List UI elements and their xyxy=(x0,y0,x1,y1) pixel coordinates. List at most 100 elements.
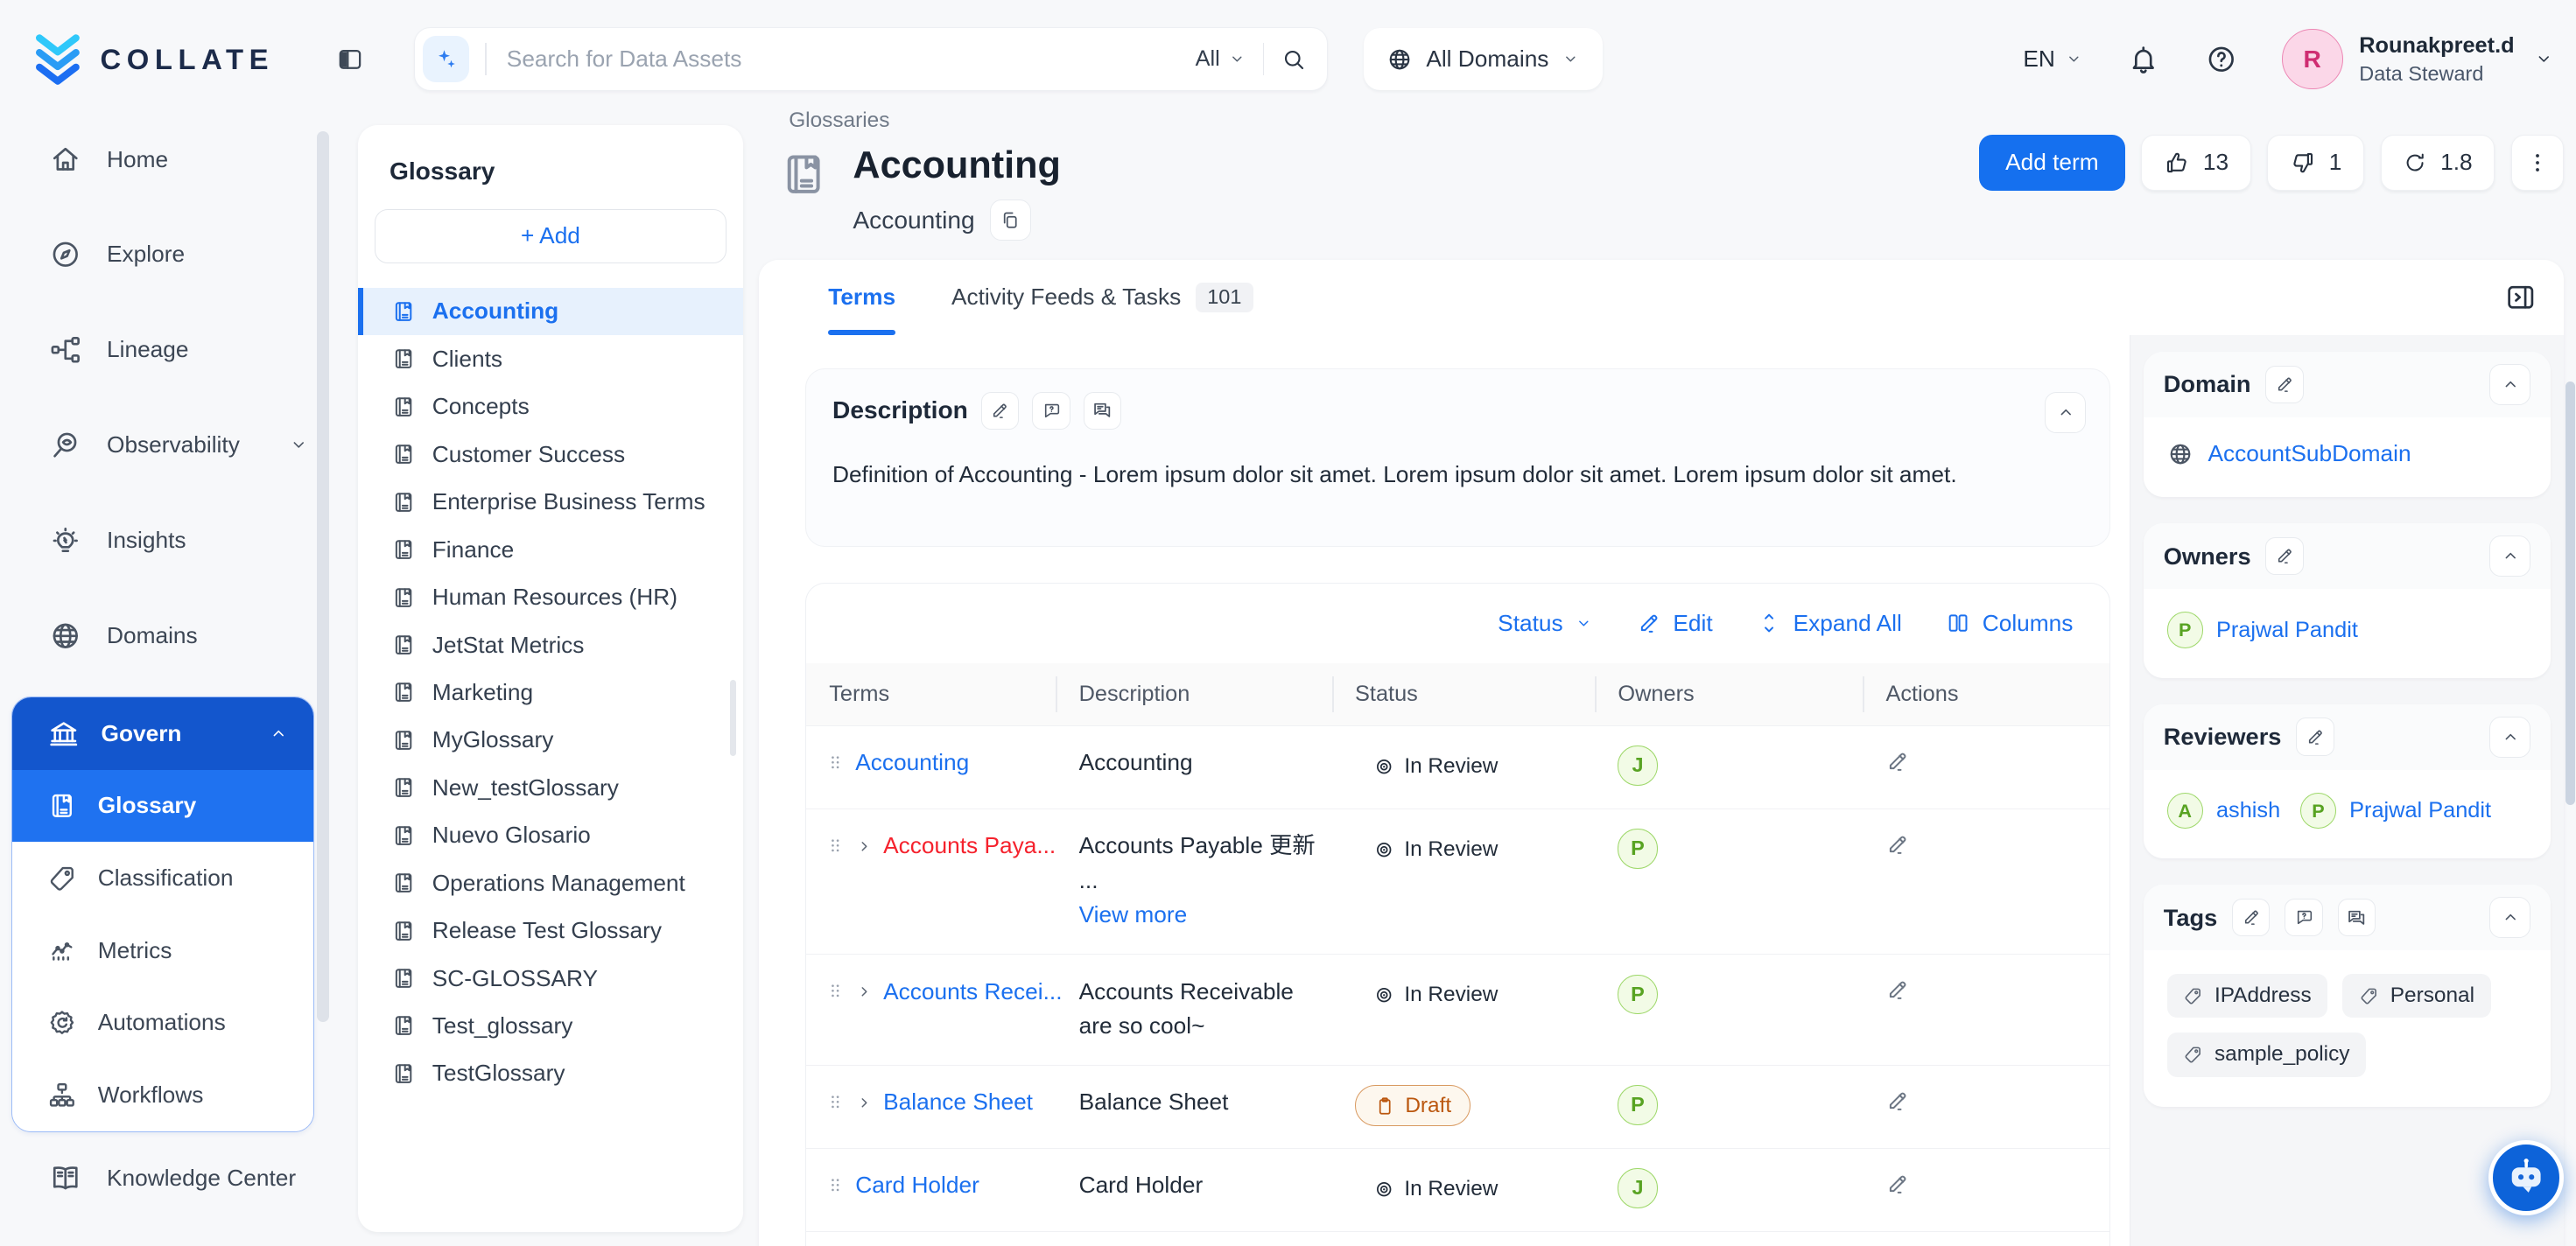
tab-terms[interactable]: Terms xyxy=(828,260,895,335)
person-link[interactable]: PPrajwal Pandit xyxy=(2167,612,2358,648)
tag-chip-ipaddress[interactable]: IPAddress xyxy=(2167,974,2328,1018)
term-link[interactable]: Balance Sheet xyxy=(883,1085,1033,1119)
breadcrumb[interactable]: Glossaries xyxy=(789,108,889,133)
owner-avatar[interactable]: P xyxy=(1618,975,1657,1014)
add-glossary-button[interactable]: + Add xyxy=(375,209,726,263)
comment-button[interactable] xyxy=(1032,392,1070,430)
language-selector[interactable]: EN xyxy=(2023,46,2082,73)
copy-name-button[interactable] xyxy=(990,200,1031,241)
glossary-item-accounting[interactable]: Accounting xyxy=(358,288,742,335)
expand-all-button[interactable]: Expand All xyxy=(1757,610,1901,637)
glossary-item-test-glossary[interactable]: Test_glossary xyxy=(358,1002,742,1049)
search-icon[interactable] xyxy=(1281,46,1307,73)
upvote-button[interactable]: 13 xyxy=(2141,135,2250,191)
sidebar-item-home[interactable]: Home xyxy=(0,131,345,187)
sidebar-item-lineage[interactable]: Lineage xyxy=(0,322,345,378)
glossary-item-customer-success[interactable]: Customer Success xyxy=(358,430,742,478)
sidebar-scrollbar[interactable] xyxy=(317,131,328,1022)
status-filter-button[interactable]: Status xyxy=(1498,610,1592,637)
tag-chip-sample-policy[interactable]: sample_policy xyxy=(2167,1032,2367,1077)
edit-term-icon[interactable] xyxy=(1885,1088,1910,1113)
sidebar-item-knowledge-center[interactable]: Knowledge Center xyxy=(0,1150,345,1206)
glossary-item-myglossary[interactable]: MyGlossary xyxy=(358,717,742,764)
tag-chip-personal[interactable]: Personal xyxy=(2342,974,2490,1018)
page-scrollbar[interactable] xyxy=(2565,382,2575,805)
sidebar-item-domains[interactable]: Domains xyxy=(0,608,345,664)
collapse-reviewers-button[interactable] xyxy=(2489,717,2530,758)
owner-avatar[interactable]: J xyxy=(1618,1168,1657,1208)
glossary-item-jetstat-metrics[interactable]: JetStat Metrics xyxy=(358,621,742,668)
glossary-item-human-resources-hr[interactable]: Human Resources (HR) xyxy=(358,573,742,620)
term-link[interactable]: Accounts Recei... xyxy=(883,975,1062,1009)
edit-term-icon[interactable] xyxy=(1885,749,1910,774)
global-search-bar[interactable]: All xyxy=(414,27,1328,91)
glossary-item-enterprise-business-terms[interactable]: Enterprise Business Terms xyxy=(358,479,742,526)
sidebar-item-glossary[interactable]: Glossary xyxy=(12,770,313,843)
person-avatar: A xyxy=(2167,793,2203,829)
help-icon[interactable] xyxy=(2205,43,2238,76)
sidebar-item-explore[interactable]: Explore xyxy=(0,227,345,283)
tags-conversations-button[interactable] xyxy=(2338,899,2376,936)
user-menu[interactable]: R Rounakpreet.d Data Steward xyxy=(2282,29,2554,90)
tab-activity-feeds[interactable]: Activity Feeds & Tasks 101 xyxy=(951,260,1253,335)
columns-button[interactable]: Columns xyxy=(1946,610,2073,637)
term-link[interactable]: Accounts Paya... xyxy=(883,829,1056,863)
edit-domain-button[interactable] xyxy=(2265,366,2303,403)
edit-description-button[interactable] xyxy=(981,392,1019,430)
conversations-button[interactable] xyxy=(1084,392,1121,430)
glossary-item-concepts[interactable]: Concepts xyxy=(358,383,742,430)
collapse-tags-button[interactable] xyxy=(2489,897,2530,938)
edit-term-icon[interactable] xyxy=(1885,832,1910,857)
collapse-description-button[interactable] xyxy=(2045,392,2086,433)
search-input[interactable] xyxy=(503,44,1196,74)
edit-term-icon[interactable] xyxy=(1885,1172,1910,1196)
chatbot-button[interactable] xyxy=(2488,1140,2564,1215)
sidebar-item-insights[interactable]: Insights xyxy=(0,513,345,569)
collapse-right-panel-icon[interactable] xyxy=(2504,281,2537,314)
add-term-button[interactable]: Add term xyxy=(1979,135,2125,191)
glossary-item-sc-glossary[interactable]: SC-GLOSSARY xyxy=(358,955,742,1002)
person-link[interactable]: Aashish xyxy=(2167,793,2281,829)
term-link[interactable]: Card Holder xyxy=(855,1168,979,1202)
sidebar-item-govern[interactable]: Govern xyxy=(12,697,313,770)
owner-avatar[interactable]: P xyxy=(1618,829,1657,868)
glossary-item-finance[interactable]: Finance xyxy=(358,526,742,573)
glossary-item-nuevo-glosario[interactable]: Nuevo Glosario xyxy=(358,812,742,859)
glossary-item-operations-management[interactable]: Operations Management xyxy=(358,859,742,906)
owner-avatar[interactable]: P xyxy=(1618,1085,1657,1124)
ai-search-button[interactable] xyxy=(423,36,469,82)
domain-link[interactable]: AccountSubDomain xyxy=(2167,440,2528,467)
notifications-bell-icon[interactable] xyxy=(2127,43,2160,76)
owner-avatar[interactable]: J xyxy=(1618,746,1657,785)
version-button[interactable]: 1.8 xyxy=(2381,135,2495,191)
sidebar-toggle-button[interactable] xyxy=(336,46,364,74)
term-link[interactable]: Accounting xyxy=(855,746,969,780)
glossary-item-release-test-glossary[interactable]: Release Test Glossary xyxy=(358,906,742,954)
more-options-button[interactable] xyxy=(2511,135,2564,191)
sidebar-item-automations[interactable]: Automations xyxy=(12,986,313,1059)
collapse-owners-button[interactable] xyxy=(2489,536,2530,577)
edit-owners-button[interactable] xyxy=(2265,537,2303,575)
edit-term-icon[interactable] xyxy=(1885,977,1910,1002)
glossary-item-clients[interactable]: Clients xyxy=(358,335,742,382)
downvote-button[interactable]: 1 xyxy=(2267,135,2363,191)
glossary-item-new-testglossary[interactable]: New_testGlossary xyxy=(358,764,742,811)
edit-reviewers-button[interactable] xyxy=(2296,718,2334,755)
glossary-scrollbar[interactable] xyxy=(730,680,737,755)
edit-tags-button[interactable] xyxy=(2232,899,2270,936)
domain-selector[interactable]: All Domains xyxy=(1364,28,1603,90)
collapse-domain-button[interactable] xyxy=(2489,364,2530,405)
drag-handle-icon xyxy=(825,1175,846,1195)
edit-button[interactable]: Edit xyxy=(1637,610,1713,637)
search-scope-dropdown[interactable]: All xyxy=(1196,46,1246,72)
sidebar-item-classification[interactable]: Classification xyxy=(12,842,313,914)
sidebar-item-workflows[interactable]: Workflows xyxy=(12,1059,313,1131)
glossary-item-marketing[interactable]: Marketing xyxy=(358,668,742,716)
sidebar-item-metrics[interactable]: Metrics xyxy=(12,914,313,987)
tags-comment-button[interactable] xyxy=(2285,899,2322,936)
glossary-item-testglossary[interactable]: TestGlossary xyxy=(358,1050,742,1097)
collate-logo[interactable]: COLLATE xyxy=(30,32,274,88)
sidebar-item-observability[interactable]: Observability xyxy=(0,417,345,473)
person-link[interactable]: PPrajwal Pandit xyxy=(2300,793,2491,829)
view-more-link[interactable]: View more xyxy=(1079,901,1188,928)
